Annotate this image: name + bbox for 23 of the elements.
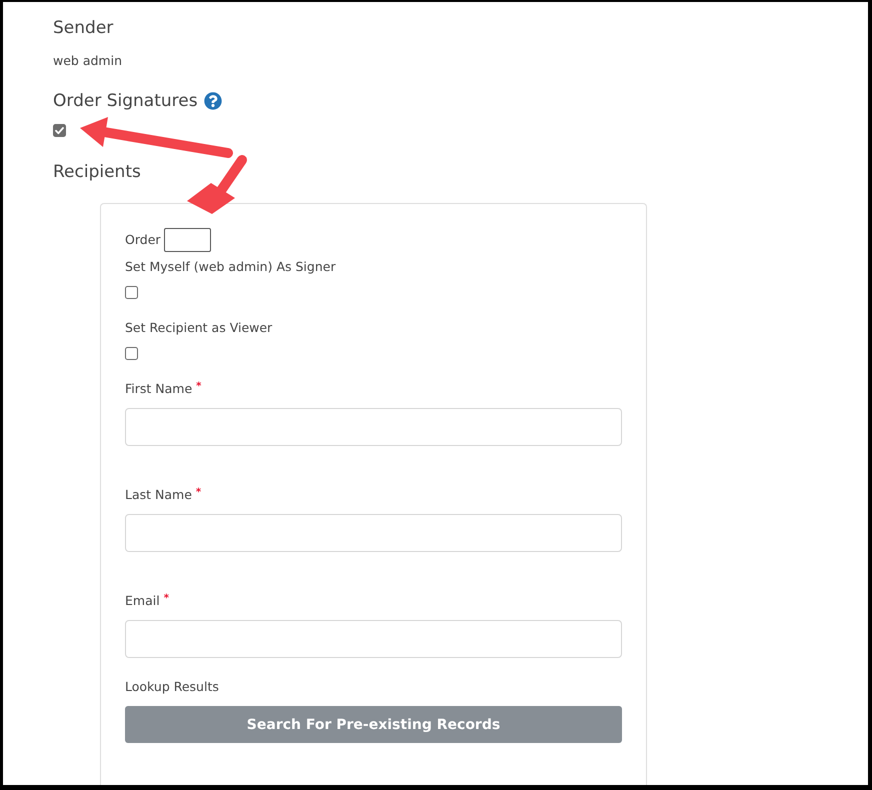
- section-heading: Recipients: [53, 161, 141, 184]
- checkbox[interactable]: [125, 347, 138, 360]
- required-mark: *: [196, 380, 202, 394]
- section-heading: Sender: [53, 17, 114, 40]
- input-field[interactable]: [125, 514, 622, 552]
- help-icon[interactable]: [204, 92, 222, 110]
- order-label: Order: [125, 231, 161, 249]
- lookup-label: Lookup Results: [125, 678, 219, 696]
- field-label: Last Name: [125, 486, 192, 504]
- option-label: Set Recipient as Viewer: [125, 319, 272, 337]
- required-mark: *: [196, 486, 202, 500]
- required-mark: *: [164, 592, 169, 606]
- section-heading: Order Signatures: [53, 90, 198, 113]
- sender-name: web admin: [53, 52, 122, 70]
- input-field[interactable]: [125, 620, 622, 658]
- search-button[interactable]: Search For Pre-existing Records: [125, 706, 622, 743]
- input-field[interactable]: [125, 408, 622, 446]
- field-label: First Name: [125, 380, 192, 398]
- checkbox[interactable]: [53, 124, 66, 137]
- checkbox[interactable]: [125, 286, 138, 299]
- field-label: Email: [125, 592, 160, 610]
- option-label: Set Myself (web admin) As Signer: [125, 258, 336, 276]
- order-input[interactable]: [164, 228, 211, 252]
